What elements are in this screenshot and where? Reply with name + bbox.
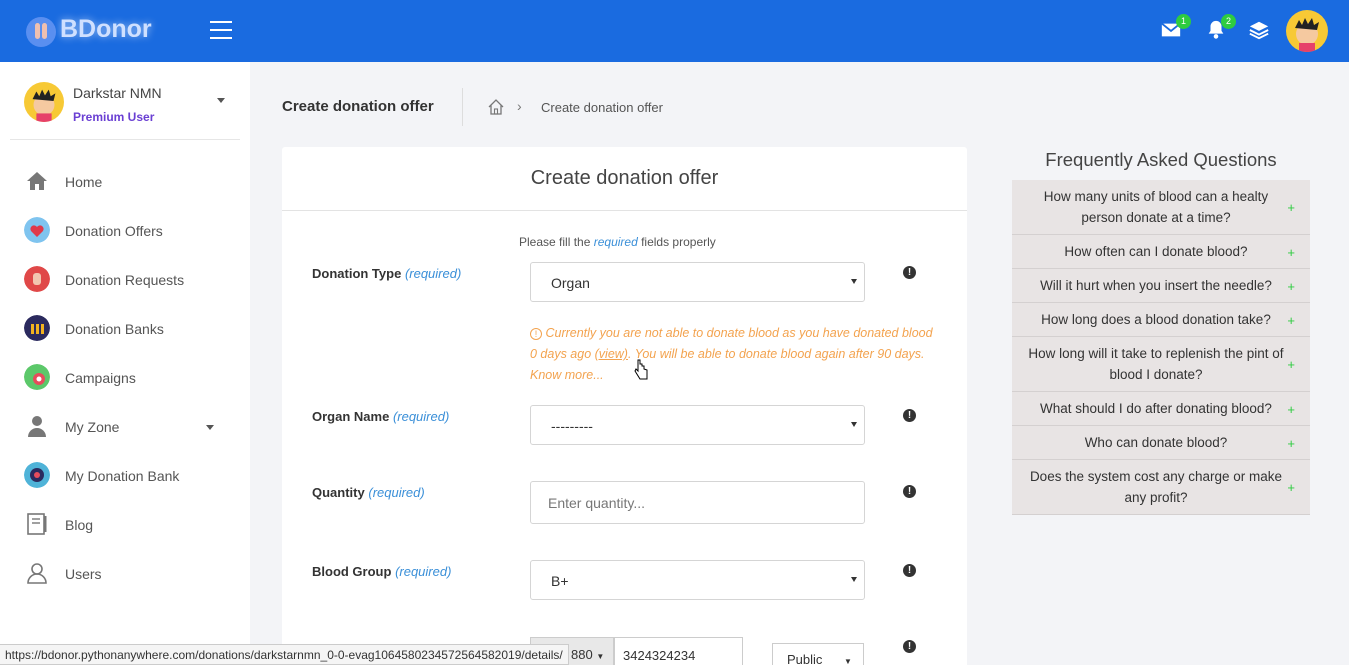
sidebar-item-my-zone[interactable]: My Zone — [0, 403, 250, 452]
plus-icon: + — [1287, 435, 1295, 451]
caret-down-icon — [851, 422, 857, 427]
view-link[interactable]: (view) — [595, 347, 628, 361]
info-icon[interactable]: ! — [903, 640, 916, 653]
user-name: Darkstar NMN — [73, 85, 162, 101]
plus-icon: + — [1287, 200, 1295, 215]
layers-icon — [1249, 21, 1269, 40]
quantity-input[interactable]: Enter quantity... — [530, 481, 865, 524]
heart-icon — [24, 217, 50, 243]
sidebar-item-campaigns[interactable]: Campaigns — [0, 354, 250, 403]
sidebar-item-label: Users — [65, 566, 102, 582]
info-icon[interactable]: ! — [903, 485, 916, 498]
blood-donation-warning: ! Currently you are not able to donate b… — [530, 326, 933, 382]
faq-item[interactable]: Who can donate blood? + — [1012, 426, 1310, 460]
users-icon — [27, 563, 47, 584]
faq-item[interactable]: Does the system cost any charge or make … — [1012, 460, 1310, 515]
plus-icon: + — [1287, 244, 1295, 260]
sidebar-item-label: Blog — [65, 517, 94, 533]
donation-type-label: Donation Type (required) — [312, 266, 462, 281]
faq-item[interactable]: How often can I donate blood? + — [1012, 235, 1310, 269]
organ-name-label: Organ Name (required) — [312, 409, 450, 424]
sidebar-item-donation-banks[interactable]: Donation Banks — [0, 305, 250, 354]
sidebar-item-donation-requests[interactable]: Donation Requests — [0, 256, 250, 305]
info-icon[interactable]: ! — [903, 266, 916, 279]
bank-icon — [24, 315, 50, 341]
sidebar-item-label: Home — [65, 174, 103, 190]
messages-badge: 1 — [1176, 14, 1191, 29]
donation-bank-icon — [24, 462, 50, 488]
sidebar: Darkstar NMN Premium User Home Donation … — [0, 62, 250, 665]
profile-avatar[interactable] — [1286, 10, 1328, 52]
caret-down-icon: ▼ — [596, 652, 605, 661]
organ-name-select[interactable]: --------- — [530, 405, 865, 445]
notifications-button[interactable]: 2 — [1205, 14, 1236, 43]
sidebar-item-donation-offers[interactable]: Donation Offers — [0, 207, 250, 256]
faq-item[interactable]: How many units of blood can a healty per… — [1012, 180, 1310, 235]
brand-name: BDonor — [60, 15, 152, 43]
browser-status-url: https://bdonor.pythonanywhere.com/donati… — [0, 644, 569, 665]
sidebar-item-label: My Zone — [65, 419, 120, 435]
breadcrumb-divider — [462, 88, 463, 126]
user-role: Premium User — [73, 110, 155, 124]
breadcrumb-current: Create donation offer — [541, 100, 663, 115]
card-title: Create donation offer — [530, 167, 719, 189]
notifications-badge: 2 — [1221, 14, 1236, 29]
warning-icon: ! — [530, 328, 542, 340]
sidebar-item-label: Donation Requests — [65, 272, 185, 288]
info-icon[interactable]: ! — [903, 409, 916, 422]
sidebar-item-label: Donation Banks — [65, 321, 164, 337]
faq-accordion: How many units of blood can a healty per… — [1012, 180, 1310, 515]
sidebar-item-label: Campaigns — [65, 370, 136, 386]
faq-title: Frequently Asked Questions — [1045, 149, 1277, 170]
sidebar-item-label: Donation Offers — [65, 223, 163, 239]
card-header: Create donation offer — [282, 147, 967, 211]
caret-down-icon — [851, 577, 857, 582]
chevron-right-icon: › — [517, 98, 522, 114]
faq-item[interactable]: Will it hurt when you insert the needle?… — [1012, 269, 1310, 303]
home-icon[interactable] — [487, 98, 505, 116]
plus-icon: + — [1287, 312, 1295, 328]
top-navbar: BDonor 1 2 — [0, 0, 1349, 62]
donation-offer-card: Create donation offer Please fill the re… — [282, 147, 967, 665]
blood-group-label: Blood Group (required) — [312, 564, 452, 579]
faq-item[interactable]: What should I do after donating blood? + — [1012, 392, 1310, 426]
plus-icon: + — [1287, 480, 1295, 495]
hand-icon — [24, 266, 50, 292]
sidebar-item-users[interactable]: Users — [0, 550, 250, 599]
messages-button[interactable]: 1 — [1160, 14, 1191, 43]
blog-icon — [27, 513, 47, 535]
donation-type-select[interactable]: Organ — [530, 262, 865, 302]
caret-down-icon: ▼ — [844, 657, 852, 665]
layers-button[interactable] — [1248, 19, 1272, 43]
person-icon — [28, 416, 46, 437]
logo-icon — [26, 17, 56, 47]
sidebar-item-label: My Donation Bank — [65, 468, 180, 484]
campaign-icon — [24, 364, 50, 390]
sidebar-item-blog[interactable]: Blog — [0, 501, 250, 550]
user-profile[interactable]: Darkstar NMN Premium User — [10, 62, 240, 140]
faq-item[interactable]: How long does a blood donation take? + — [1012, 303, 1310, 337]
plus-icon: + — [1287, 278, 1295, 294]
chevron-down-icon[interactable] — [217, 98, 225, 103]
sidebar-item-my-donation-bank[interactable]: My Donation Bank — [0, 452, 250, 501]
quantity-label: Quantity (required) — [312, 485, 425, 500]
home-icon — [27, 172, 47, 190]
info-icon[interactable]: ! — [903, 564, 916, 577]
page-title: Create donation offer — [282, 98, 434, 115]
contact-visibility-select[interactable]: Public ▼ — [772, 643, 864, 665]
menu-toggle-icon[interactable] — [210, 21, 232, 39]
caret-down-icon — [851, 279, 857, 284]
plus-icon: + — [1287, 401, 1295, 417]
contact-number-input[interactable]: 3424324234 — [614, 637, 743, 665]
avatar — [24, 82, 64, 122]
sidebar-nav: Home Donation Offers Donation Requests D… — [0, 158, 250, 599]
blood-group-select[interactable]: B+ — [530, 560, 865, 600]
hand-pointer-icon — [634, 359, 648, 380]
chevron-down-icon — [206, 425, 214, 430]
sidebar-item-home[interactable]: Home — [0, 158, 250, 207]
plus-icon: + — [1287, 357, 1295, 372]
form-instruction: Please fill the required fields properly — [519, 235, 716, 249]
faq-item[interactable]: How long will it take to replenish the p… — [1012, 337, 1310, 392]
